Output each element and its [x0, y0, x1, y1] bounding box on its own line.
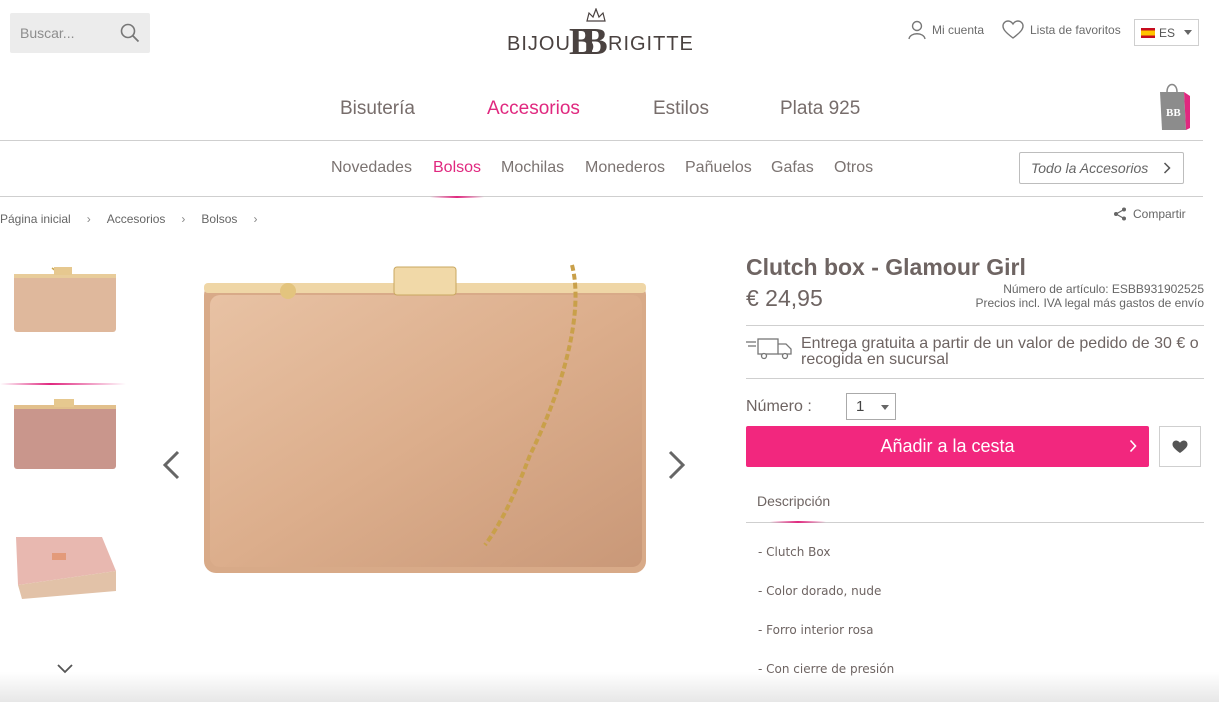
divider — [0, 140, 1203, 141]
heart-icon — [1002, 20, 1024, 39]
divider — [746, 325, 1204, 326]
subnav-item-novedades[interactable]: Novedades — [331, 159, 412, 177]
account-link[interactable]: Mi cuenta — [908, 20, 984, 40]
favorites-label: Lista de favoritos — [1030, 23, 1121, 37]
divider — [746, 378, 1204, 379]
description-item: - Clutch Box — [758, 545, 831, 559]
crown-icon — [586, 8, 606, 22]
description-item: - Forro interior rosa — [758, 623, 874, 637]
breadcrumb-bolsos[interactable]: Bolsos — [201, 212, 237, 226]
chevron-down-icon — [1184, 30, 1192, 35]
chevron-left-icon — [162, 450, 180, 480]
chevron-right-icon — [668, 450, 686, 480]
product-thumbnail-gold[interactable] — [12, 260, 120, 340]
search-icon[interactable] — [120, 23, 140, 48]
tab-active-indicator — [770, 521, 826, 523]
description-item: - Color dorado, nude — [758, 584, 882, 598]
breadcrumb: Página inicial › Accesorios › Bolsos › — [0, 212, 257, 226]
all-accessories-button[interactable]: Todo la Accesorios — [1019, 152, 1184, 184]
spain-flag-icon — [1141, 27, 1155, 38]
product-thumbnail-nude[interactable] — [12, 395, 120, 475]
vat-note: Precios incl. IVA legal más gastos de en… — [975, 296, 1204, 310]
tab-description[interactable]: Descripción — [757, 493, 830, 509]
logo-mark: BB — [569, 21, 608, 63]
main-navigation: Bisutería Accesorios Estilos Plata 925 — [0, 98, 1219, 128]
add-to-wishlist-button[interactable] — [1159, 426, 1201, 467]
logo-text-left: BIJOU — [507, 33, 571, 55]
subnav-item-gafas[interactable]: Gafas — [771, 159, 814, 177]
product-price: € 24,95 — [746, 285, 823, 311]
bottom-fade — [0, 672, 1219, 702]
logo-text-right: RIGITTE — [608, 33, 694, 55]
chevron-right-icon — [1163, 162, 1171, 174]
chevron-right-icon — [1129, 439, 1137, 453]
language-value: ES — [1159, 25, 1176, 40]
search-box[interactable] — [10, 13, 150, 53]
brand-logo[interactable]: BIJOU BB RIGITTE — [507, 8, 697, 62]
subnav-item-otros[interactable]: Otros — [834, 159, 873, 177]
language-select[interactable]: ES — [1134, 19, 1199, 46]
heart-icon — [1172, 440, 1188, 453]
divider — [0, 196, 1203, 197]
nav-item-bisuteria[interactable]: Bisutería — [340, 98, 415, 120]
nav-item-accesorios[interactable]: Accesorios — [487, 98, 580, 120]
share-label: Compartir — [1133, 207, 1186, 221]
quantity-select[interactable]: 1 — [846, 393, 896, 420]
all-accessories-label: Todo la Accesorios — [1031, 160, 1149, 176]
previous-image-button[interactable] — [162, 450, 180, 485]
delivery-truck-icon — [746, 338, 792, 360]
breadcrumb-separator: › — [181, 212, 186, 226]
subnav-item-monederos[interactable]: Monederos — [585, 159, 665, 177]
article-number: Número de artículo: ESBB931902525 — [1003, 282, 1204, 296]
breadcrumb-accesorios[interactable]: Accesorios — [107, 212, 166, 226]
breadcrumb-separator: › — [253, 212, 258, 226]
product-title: Clutch box - Glamour Girl — [746, 254, 1026, 280]
share-icon — [1114, 207, 1126, 221]
subnav-item-panuelos[interactable]: Pañuelos — [685, 159, 752, 177]
favorites-link[interactable]: Lista de favoritos — [1002, 20, 1121, 40]
nav-item-plata[interactable]: Plata 925 — [780, 98, 860, 120]
quantity-label: Número : — [746, 398, 812, 415]
next-image-button[interactable] — [668, 450, 686, 485]
thumbnail-active-indicator — [0, 383, 126, 385]
add-to-cart-button[interactable]: Añadir a la cesta — [746, 426, 1149, 467]
active-indicator — [430, 196, 484, 198]
subnav-item-mochilas[interactable]: Mochilas — [501, 159, 564, 177]
breadcrumb-home[interactable]: Página inicial — [0, 212, 71, 226]
chevron-down-icon — [881, 405, 889, 410]
search-input[interactable] — [20, 25, 110, 41]
quantity-value: 1 — [856, 398, 865, 415]
add-to-cart-label: Añadir a la cesta — [880, 436, 1015, 456]
subnav-item-bolsos[interactable]: Bolsos — [433, 159, 481, 177]
user-icon — [908, 20, 926, 40]
delivery-text: Entrega gratuita a partir de un valor de… — [801, 335, 1199, 368]
breadcrumb-separator: › — [86, 212, 91, 226]
account-label: Mi cuenta — [932, 23, 985, 37]
nav-item-estilos[interactable]: Estilos — [653, 98, 709, 120]
product-main-image[interactable] — [190, 255, 660, 585]
product-thumbnail-open[interactable] — [12, 525, 120, 605]
share-button[interactable]: Compartir — [1113, 207, 1186, 221]
